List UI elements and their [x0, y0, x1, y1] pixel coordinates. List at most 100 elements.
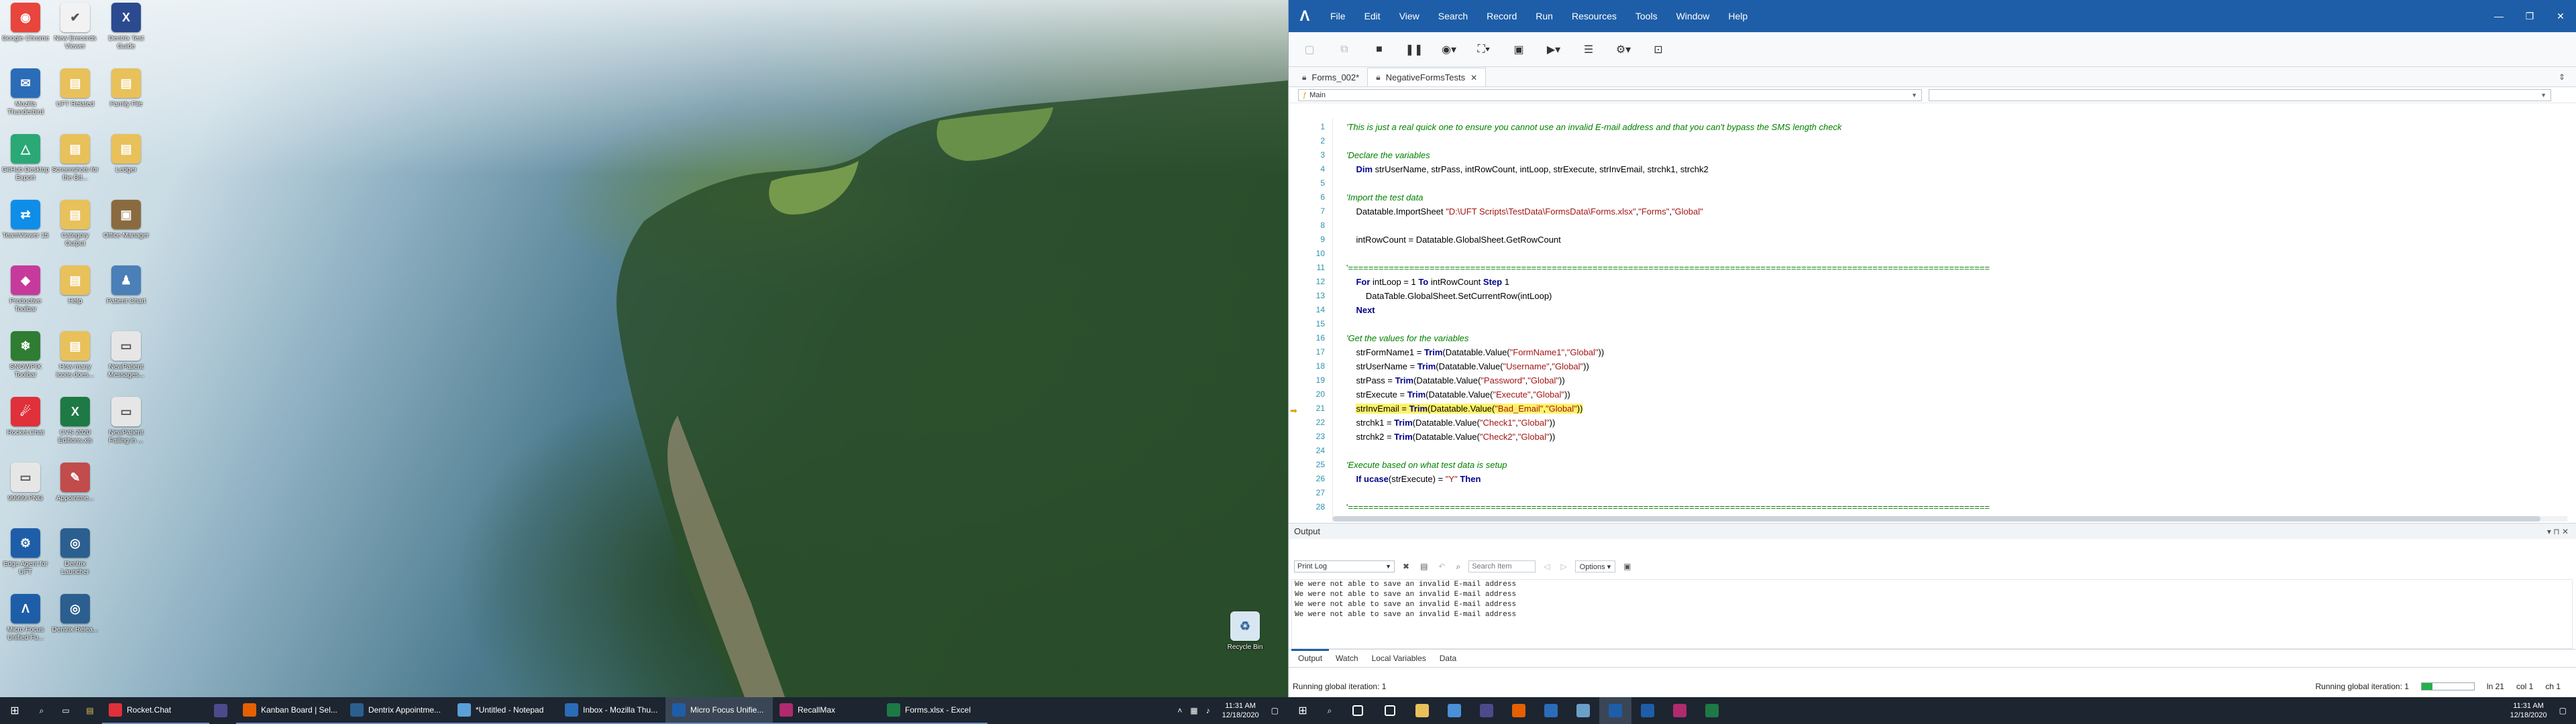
menu-tools[interactable]: Tools	[1626, 0, 1667, 32]
desktop-icon[interactable]: ◎ Dentrix Relea...	[51, 594, 99, 656]
checkpoint-icon[interactable]: ⛶▾	[1472, 38, 1495, 61]
recycle-bin[interactable]: ♻ Recycle Bin	[1221, 611, 1269, 673]
code-line[interactable]: 14 Next	[1289, 303, 2576, 317]
taskbar-pinned-app[interactable]	[1599, 697, 1631, 724]
tab-negativeformstests[interactable]: 🔒︎ NegativeFormsTests ✕	[1367, 68, 1487, 86]
menu-file[interactable]: File	[1321, 0, 1355, 32]
code-line[interactable]: 18 strUserName = Trim(Datatable.Value("U…	[1289, 359, 2576, 373]
desktop-icon[interactable]: ⇄ TeamViewer 15	[1, 200, 50, 261]
output-filter-dropdown[interactable]: Print Log ▼	[1294, 560, 1395, 572]
desktop-icon[interactable]: ◆ Productive Toolbar	[1, 265, 50, 327]
taskbar-pinned-app[interactable]	[1535, 697, 1567, 724]
network-icon[interactable]: ▦	[1186, 706, 1201, 715]
restore-icon[interactable]: ❐	[2514, 0, 2545, 32]
taskbar-pinned-app[interactable]	[1631, 697, 1664, 724]
record-options-icon[interactable]: ◉▾	[1438, 38, 1460, 61]
copy-icon[interactable]: ⧉	[1333, 38, 1356, 61]
settings-gear-icon[interactable]: ⚙▾	[1612, 38, 1635, 61]
code-line[interactable]: 3 'Declare the variables	[1289, 148, 2576, 162]
desktop-icon[interactable]: ◉ Google Chrome	[1, 3, 50, 64]
tab-forms-002[interactable]: 🔒︎ Forms_002*	[1294, 68, 1367, 86]
search-icon[interactable]: ⌕	[1453, 562, 1463, 572]
desktop-icon[interactable]: ▭ NewPatient Failing in ...	[102, 397, 150, 459]
taskbar-app-button[interactable]: Kanban Board | Sel...	[236, 697, 343, 724]
code-line[interactable]: 10	[1289, 247, 2576, 261]
notification-icon[interactable]: ▢	[2555, 706, 2571, 715]
options-dropdown[interactable]: Options ▾	[1574, 560, 1616, 572]
desktop-icon[interactable]: △ GitHub Desktop Export	[1, 134, 50, 196]
windows-start-icon[interactable]: ⊞	[1288, 697, 1318, 724]
desktop-icon[interactable]: ☄ Rocket.Chat	[1, 397, 50, 459]
taskbar-app-button[interactable]: Micro Focus Unifie...	[665, 697, 773, 724]
notification-icon[interactable]: ▢	[1267, 706, 1283, 715]
taskbar-app-button[interactable]: Forms.xlsx - Excel	[880, 697, 987, 724]
desktop-icon[interactable]: ▤ Help	[51, 265, 99, 327]
taskbar-app-button[interactable]	[209, 697, 236, 724]
code-line[interactable]: 22 strchk1 = Trim(Datatable.Value("Check…	[1289, 416, 2576, 430]
code-editor[interactable]: 1 'This is just a real quick one to ensur…	[1289, 118, 2576, 523]
menu-edit[interactable]: Edit	[1355, 0, 1390, 32]
find-previous-icon[interactable]: ◁	[1541, 562, 1552, 571]
tab-output[interactable]: Output	[1291, 649, 1330, 668]
code-line[interactable]: 4 Dim strUserName, strPass, intRowCount,…	[1289, 162, 2576, 176]
file-explorer-icon[interactable]: ▤	[78, 697, 102, 724]
tray-chevron-icon[interactable]: ˄	[1173, 706, 1186, 715]
menu-search[interactable]: Search	[1429, 0, 1477, 32]
tab-local-variables[interactable]: Local Variables	[1365, 649, 1433, 668]
clear-output-icon[interactable]: ✖	[1400, 562, 1412, 571]
scope-dropdown[interactable]: ƒ Main ▼	[1298, 88, 1922, 101]
new-test-icon[interactable]: ▢	[1298, 38, 1321, 61]
taskbar-pinned-app[interactable]	[1696, 697, 1728, 724]
taskbar-pinned-app[interactable]	[1438, 697, 1470, 724]
code-line[interactable]: 11 '=====================================…	[1289, 261, 2576, 275]
menu-help[interactable]: Help	[1719, 0, 1757, 32]
desktop-icon[interactable]: X Dentrix Test Guide	[102, 3, 150, 64]
desktop-icon[interactable]: ✉ Mozilla Thunderbird	[1, 68, 50, 130]
find-next-icon[interactable]: ▷	[1558, 562, 1569, 571]
code-line[interactable]: 24	[1289, 444, 2576, 458]
code-line[interactable]: 28 '=====================================…	[1289, 500, 2576, 514]
desktop-icon[interactable]: ❄ SNOWPIX Toolbar	[1, 331, 50, 393]
desktop-icon[interactable]: ▭ 99999.PNG	[1, 463, 50, 524]
desktop-icon[interactable]: ▤ Category Output	[51, 200, 99, 261]
pause-icon[interactable]: ❚❚	[1403, 38, 1426, 61]
export-icon[interactable]: ▣	[1621, 562, 1633, 571]
taskbar-app-button[interactable]: Dentrix Appointme...	[343, 697, 451, 724]
desktop-icon[interactable]: ▭ NewPatient Messages...	[102, 331, 150, 393]
desktop-icon[interactable]: ♟ Patient Chart	[102, 265, 150, 327]
menu-window[interactable]: Window	[1667, 0, 1719, 32]
code-line[interactable]: 23 strchk2 = Trim(Datatable.Value("Check…	[1289, 430, 2576, 444]
code-line[interactable]: 27	[1289, 486, 2576, 500]
desktop-icon[interactable]: ◎ Dentrix Launcher	[51, 528, 99, 590]
taskbar-pinned-app[interactable]	[1567, 697, 1599, 724]
windows-start-icon[interactable]: ⊞	[0, 697, 30, 724]
code-line[interactable]: 20 strExecute = Trim(Datatable.Value("Ex…	[1289, 387, 2576, 402]
taskbar-app-button[interactable]: RecallMax	[773, 697, 880, 724]
search-icon[interactable]: ⌕	[30, 697, 54, 724]
tab-close-icon[interactable]: ✕	[1470, 73, 1477, 82]
code-line[interactable]: 12 For intLoop = 1 To intRowCount Step 1	[1289, 275, 2576, 289]
taskbar-pinned-app[interactable]	[1664, 697, 1696, 724]
code-line[interactable]: 17 strFormName1 = Trim(Datatable.Value("…	[1289, 345, 2576, 359]
pane-controls[interactable]: ▾ ⊓ ✕	[2547, 527, 2569, 536]
code-line[interactable]: 6 'Import the test data	[1289, 190, 2576, 204]
desktop-icon[interactable]: ▤ UFT Related	[51, 68, 99, 130]
taskbar-app-button[interactable]: Inbox - Mozilla Thu...	[558, 697, 665, 724]
output-search-input[interactable]	[1468, 560, 1536, 572]
taskbar-pinned-app[interactable]	[1342, 697, 1374, 724]
task-view-icon[interactable]: ▭	[54, 697, 78, 724]
desktop-icon[interactable]: ▤ Screenshots for the Bd...	[51, 134, 99, 196]
code-line[interactable]: 5	[1289, 176, 2576, 190]
code-line[interactable]: 21 ➡ strInvEmail = Trim(Datatable.Value("…	[1289, 402, 2576, 416]
object-spy-icon[interactable]: ⊡	[1647, 38, 1670, 61]
desktop-icon[interactable]: ⚙ Edge Agent for UFT	[1, 528, 50, 590]
desktop-icon[interactable]: ✔ New Erecords Viewer	[51, 3, 99, 64]
desktop-icon[interactable]: ▤ Ledger	[102, 134, 150, 196]
close-icon[interactable]: ✕	[2545, 0, 2576, 32]
clock-right[interactable]: 11:31 AM 12/18/2020	[2502, 701, 2555, 720]
code-line[interactable]: 9 intRowCount = Datatable.GlobalSheet.Ge…	[1289, 233, 2576, 247]
desktop-icon[interactable]: X CVS 2020 Editions.xls	[51, 397, 99, 459]
wrap-icon[interactable]: ▤	[1417, 562, 1430, 571]
taskbar-pinned-app[interactable]	[1470, 697, 1503, 724]
code-line[interactable]: 26 If ucase(strExecute) = "Y" Then	[1289, 472, 2576, 486]
